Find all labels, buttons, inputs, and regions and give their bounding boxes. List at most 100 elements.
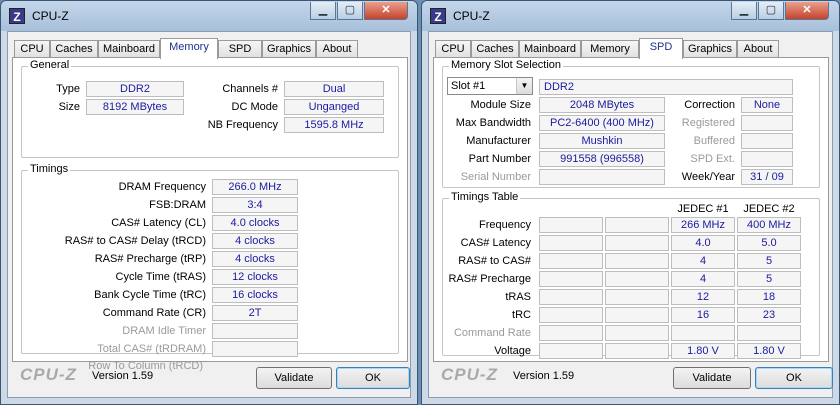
timing-value-empty bbox=[212, 323, 298, 339]
timing-label-disabled: DRAM Idle Timer bbox=[122, 325, 206, 337]
timings-table-cell bbox=[539, 271, 603, 287]
tab-memory[interactable]: Memory bbox=[581, 40, 639, 58]
buffered-label: Buffered bbox=[693, 135, 735, 147]
max-bandwidth-value: PC2-6400 (400 MHz) bbox=[539, 115, 665, 131]
timings-table-row-label: tRC bbox=[512, 309, 531, 321]
timings-table-row-label: RAS# to CAS# bbox=[458, 255, 531, 267]
timing-label: CAS# Latency (CL) bbox=[111, 217, 206, 229]
tab-caches[interactable]: Caches bbox=[471, 40, 519, 58]
cpuz-app-icon[interactable]: Z bbox=[430, 8, 446, 24]
timings-table-cell bbox=[737, 325, 801, 341]
size-value: 8192 MBytes bbox=[86, 99, 184, 115]
cpuz-window-memory: Z CPU-Z ▁ ▢ ✕ CPU Caches Mainboard Memor… bbox=[0, 0, 418, 405]
tab-mainboard[interactable]: Mainboard bbox=[519, 40, 581, 58]
dc-mode-label: DC Mode bbox=[231, 101, 278, 113]
registered-value bbox=[741, 115, 793, 131]
timings-table-cell: 5 bbox=[737, 253, 801, 269]
maximize-button[interactable]: ▢ bbox=[758, 2, 784, 20]
memory-slot-group: Memory Slot Selection Slot #1 ▼ DDR2 Mod… bbox=[442, 59, 820, 188]
timings-table-cell bbox=[605, 343, 669, 359]
timing-label: DRAM Frequency bbox=[118, 181, 206, 193]
window-title: CPU-Z bbox=[32, 9, 69, 23]
tab-graphics[interactable]: Graphics bbox=[683, 40, 737, 58]
close-button[interactable]: ✕ bbox=[364, 2, 408, 20]
title-bar[interactable]: Z CPU-Z ▁ ▢ ✕ bbox=[422, 1, 839, 31]
timings-table-cell: 5 bbox=[737, 271, 801, 287]
spd-ext-value bbox=[741, 151, 793, 167]
timings-table-cell bbox=[539, 217, 603, 233]
spd-ext-label: SPD Ext. bbox=[690, 153, 735, 165]
tab-caches[interactable]: Caches bbox=[50, 40, 98, 58]
timings-table-cell bbox=[605, 325, 669, 341]
timing-value: 4 clocks bbox=[212, 251, 298, 267]
part-number-value: 991558 (996558) bbox=[539, 151, 665, 167]
module-size-value: 2048 MBytes bbox=[539, 97, 665, 113]
timings-table-cell bbox=[605, 307, 669, 323]
tab-about[interactable]: About bbox=[737, 40, 779, 58]
ok-button[interactable]: OK bbox=[336, 367, 410, 389]
timings-table-group: Timings Table JEDEC #1 JEDEC #2 Frequenc… bbox=[442, 191, 820, 359]
nb-frequency-label: NB Frequency bbox=[207, 119, 278, 131]
tab-about[interactable]: About bbox=[316, 40, 358, 58]
close-icon: ✕ bbox=[802, 4, 812, 16]
timings-table-cell bbox=[539, 325, 603, 341]
client-area: CPU Caches Mainboard Memory SPD Graphics… bbox=[428, 31, 833, 398]
week-year-label: Week/Year bbox=[681, 171, 735, 183]
ok-button[interactable]: OK bbox=[755, 367, 833, 389]
type-label: Type bbox=[56, 83, 80, 95]
timings-table-cell bbox=[539, 289, 603, 305]
validate-button[interactable]: Validate bbox=[673, 367, 751, 389]
timings-table-cell bbox=[605, 271, 669, 287]
general-group: General Type DDR2 Size 8192 MBytes Chann… bbox=[21, 59, 399, 158]
max-bandwidth-label: Max Bandwidth bbox=[455, 117, 531, 129]
timing-value: 4.0 clocks bbox=[212, 215, 298, 231]
timing-value: 3:4 bbox=[212, 197, 298, 213]
timings-table-row-label: tRAS bbox=[505, 291, 531, 303]
maximize-button[interactable]: ▢ bbox=[337, 2, 363, 20]
timing-label: Bank Cycle Time (tRC) bbox=[94, 289, 206, 301]
tab-cpu[interactable]: CPU bbox=[435, 40, 471, 58]
timings-table-cell: 4.0 bbox=[671, 235, 735, 251]
version-label: Version 1.59 bbox=[92, 370, 154, 382]
timings-table-cell: 1.80 V bbox=[671, 343, 735, 359]
close-button[interactable]: ✕ bbox=[785, 2, 829, 20]
tab-memory[interactable]: Memory bbox=[160, 38, 218, 59]
maximize-icon: ▢ bbox=[765, 4, 777, 16]
memory-slot-group-label: Memory Slot Selection bbox=[449, 59, 564, 71]
timings-group-label: Timings bbox=[28, 163, 71, 175]
tab-spd[interactable]: SPD bbox=[639, 38, 683, 59]
tab-spd[interactable]: SPD bbox=[218, 40, 262, 58]
timings-table-row-label: CAS# Latency bbox=[460, 237, 531, 249]
timings-table-row-label: RAS# Precharge bbox=[448, 273, 531, 285]
cpuz-logo: CPU-Z bbox=[441, 365, 498, 384]
timing-label: FSB:DRAM bbox=[149, 199, 206, 211]
close-icon: ✕ bbox=[381, 4, 391, 16]
timings-table-cell: 18 bbox=[737, 289, 801, 305]
chevron-down-icon[interactable]: ▼ bbox=[516, 78, 532, 94]
version-label: Version 1.59 bbox=[513, 370, 575, 382]
timings-table-cell bbox=[671, 325, 735, 341]
minimize-button[interactable]: ▁ bbox=[731, 2, 757, 20]
manufacturer-value: Mushkin bbox=[539, 133, 665, 149]
slot-select[interactable]: Slot #1 ▼ bbox=[447, 77, 533, 95]
channels-label: Channels # bbox=[222, 83, 278, 95]
title-bar[interactable]: Z CPU-Z ▁ ▢ ✕ bbox=[1, 1, 417, 31]
timings-table-cell bbox=[605, 235, 669, 251]
minimize-button[interactable]: ▁ bbox=[310, 2, 336, 20]
module-size-label: Module Size bbox=[470, 99, 531, 111]
timing-value: 4 clocks bbox=[212, 233, 298, 249]
spd-panel: Memory Slot Selection Slot #1 ▼ DDR2 Mod… bbox=[433, 57, 829, 362]
timings-table-cell: 400 MHz bbox=[737, 217, 801, 233]
validate-button[interactable]: Validate bbox=[256, 367, 332, 389]
type-value: DDR2 bbox=[86, 81, 184, 97]
tab-mainboard[interactable]: Mainboard bbox=[98, 40, 160, 58]
cpuz-app-icon[interactable]: Z bbox=[9, 8, 25, 24]
size-label: Size bbox=[58, 101, 80, 113]
timings-table-cell bbox=[539, 235, 603, 251]
timings-table-cell: 266 MHz bbox=[671, 217, 735, 233]
tab-cpu[interactable]: CPU bbox=[14, 40, 50, 58]
timings-table-row-label: Voltage bbox=[494, 345, 531, 357]
tab-graphics[interactable]: Graphics bbox=[262, 40, 316, 58]
timing-label: Command Rate (CR) bbox=[102, 307, 206, 319]
cpuz-window-spd: Z CPU-Z ▁ ▢ ✕ CPU Caches Mainboard Memor… bbox=[421, 0, 840, 405]
